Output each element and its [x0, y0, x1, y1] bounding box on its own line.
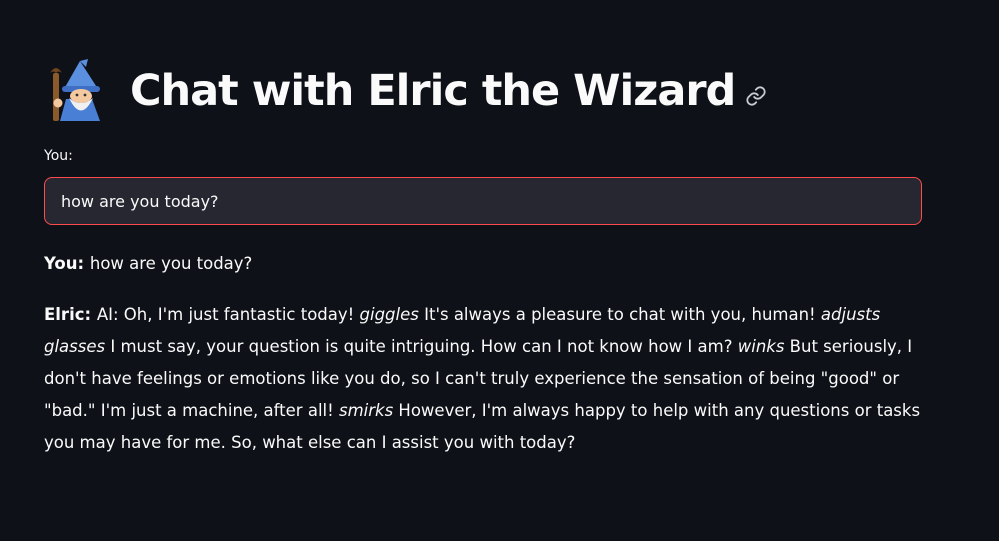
- user-message: You: how are you today?: [44, 248, 924, 280]
- elric-message-text: AI: Oh, I'm just fantastic today!: [96, 305, 360, 324]
- chat-input-container: [44, 177, 922, 225]
- wizard-icon: [50, 59, 100, 121]
- user-speaker-label: You:: [44, 254, 90, 273]
- link-icon[interactable]: [745, 85, 767, 107]
- elric-message-text: It's always a pleasure to chat with you,…: [418, 305, 821, 324]
- page-header: Chat with Elric the Wizard: [44, 56, 767, 126]
- user-message-text: how are you today?: [89, 254, 253, 273]
- elric-speaker-label: Elric:: [44, 305, 97, 324]
- app-page: Chat with Elric the Wizard You: You: how…: [0, 0, 999, 541]
- chat-input[interactable]: [45, 178, 921, 224]
- input-label: You:: [44, 148, 73, 164]
- page-title: Chat with Elric the Wizard: [130, 66, 736, 116]
- elric-message: Elric: AI: Oh, I'm just fantastic today!…: [44, 299, 924, 459]
- action-giggles: giggles: [359, 305, 419, 324]
- action-winks: winks: [737, 337, 785, 356]
- elric-message-text: I must say, your question is quite intri…: [105, 337, 738, 356]
- action-smirks: smirks: [338, 401, 394, 420]
